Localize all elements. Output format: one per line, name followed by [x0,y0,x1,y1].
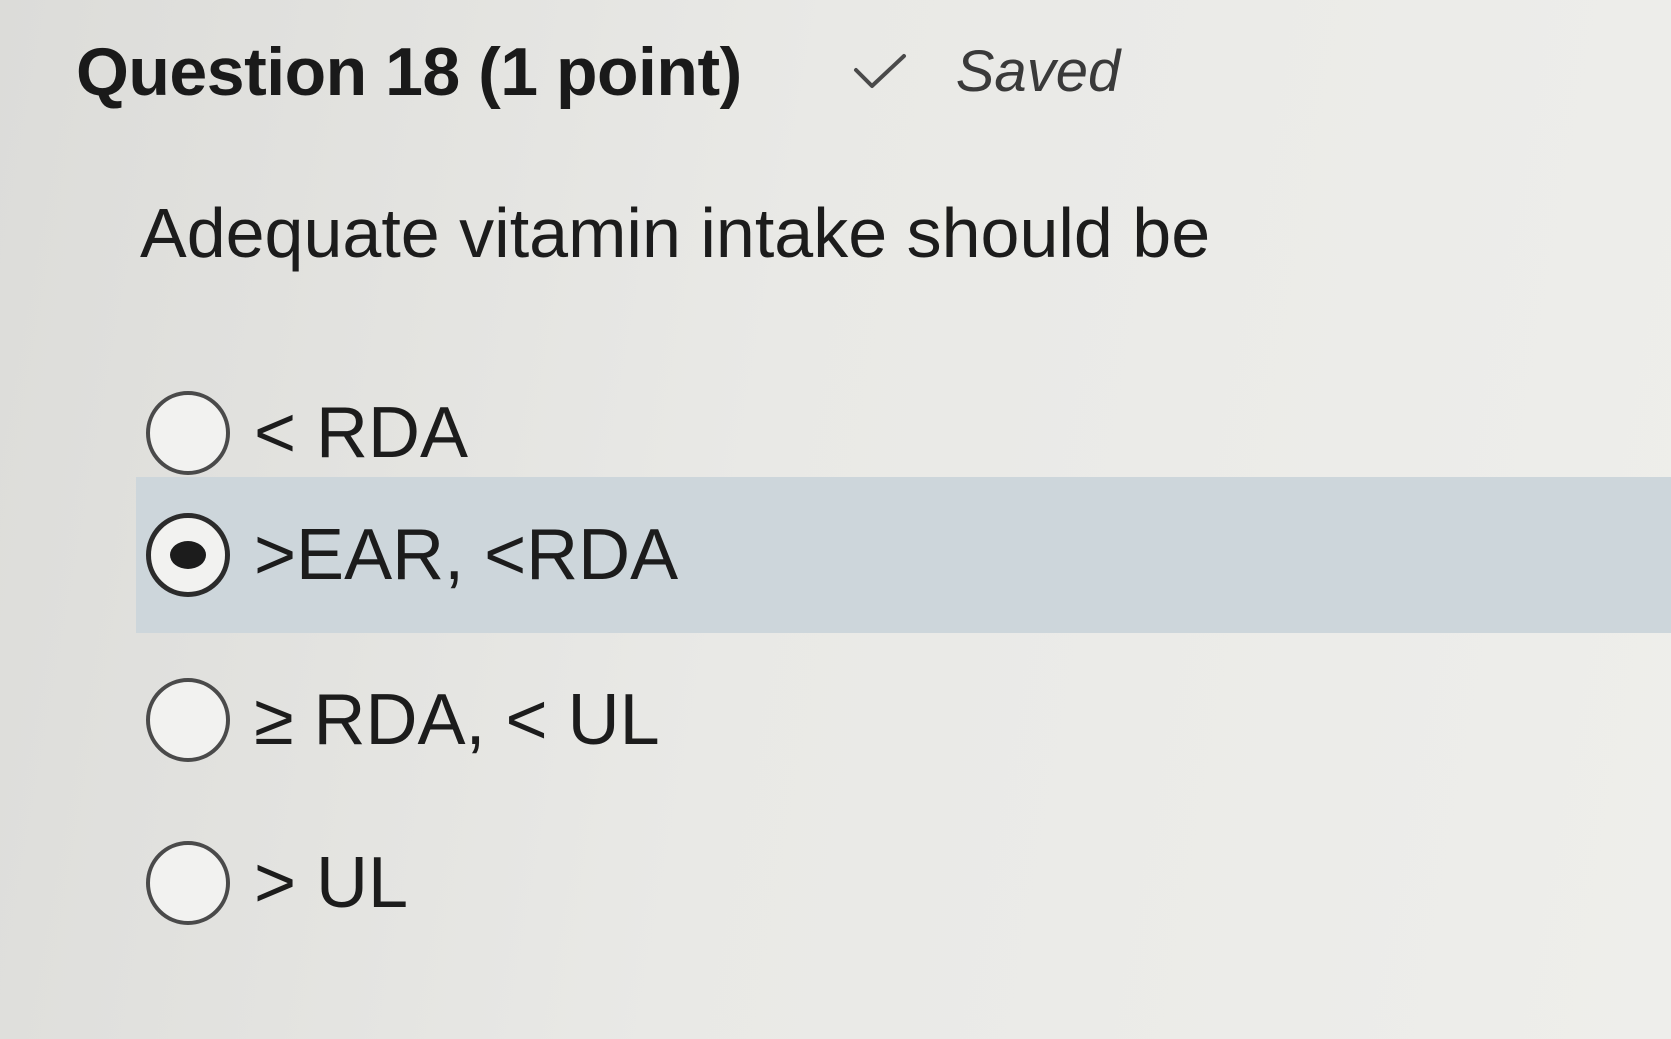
save-status-text: Saved [955,39,1121,104]
answer-option-label: > UL [254,843,409,923]
answer-option-3[interactable]: ≥ RDA, < UL [136,642,1671,798]
check-icon [853,54,906,88]
question-header: Question 18 (1 point) Saved [76,38,1120,106]
radio-dot-icon [170,541,206,569]
radio-button[interactable] [146,678,230,762]
question-prompt: Adequate vitamin intake should be [140,194,1211,272]
quiz-page: Question 18 (1 point) Saved Adequate vit… [0,0,1671,1039]
save-status: Saved [852,43,1120,101]
answer-option-4[interactable]: > UL [136,805,1671,961]
answer-option-label: < RDA [254,393,469,473]
radio-button-selected[interactable] [146,513,230,597]
radio-button[interactable] [146,391,230,475]
answer-option-2[interactable]: >EAR, <RDA [136,477,1671,633]
radio-button[interactable] [146,841,230,925]
answer-option-label: ≥ RDA, < UL [254,680,660,760]
answer-option-label: >EAR, <RDA [254,515,679,595]
question-title: Question 18 (1 point) [76,34,742,110]
